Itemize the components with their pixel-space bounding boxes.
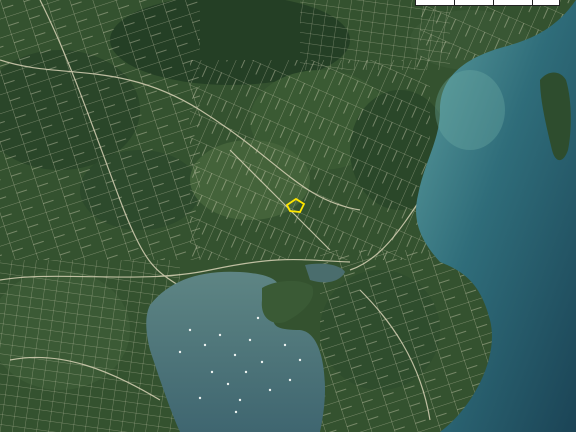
reef	[435, 70, 505, 150]
scale-bar-segment	[416, 0, 455, 5]
satellite-map[interactable]	[0, 0, 576, 432]
scale-bar-segment	[494, 0, 533, 5]
scale-bar	[415, 0, 560, 6]
scale-bar-segment	[455, 0, 494, 5]
map-canvas[interactable]	[0, 0, 576, 432]
scale-bar-segment	[533, 0, 559, 5]
